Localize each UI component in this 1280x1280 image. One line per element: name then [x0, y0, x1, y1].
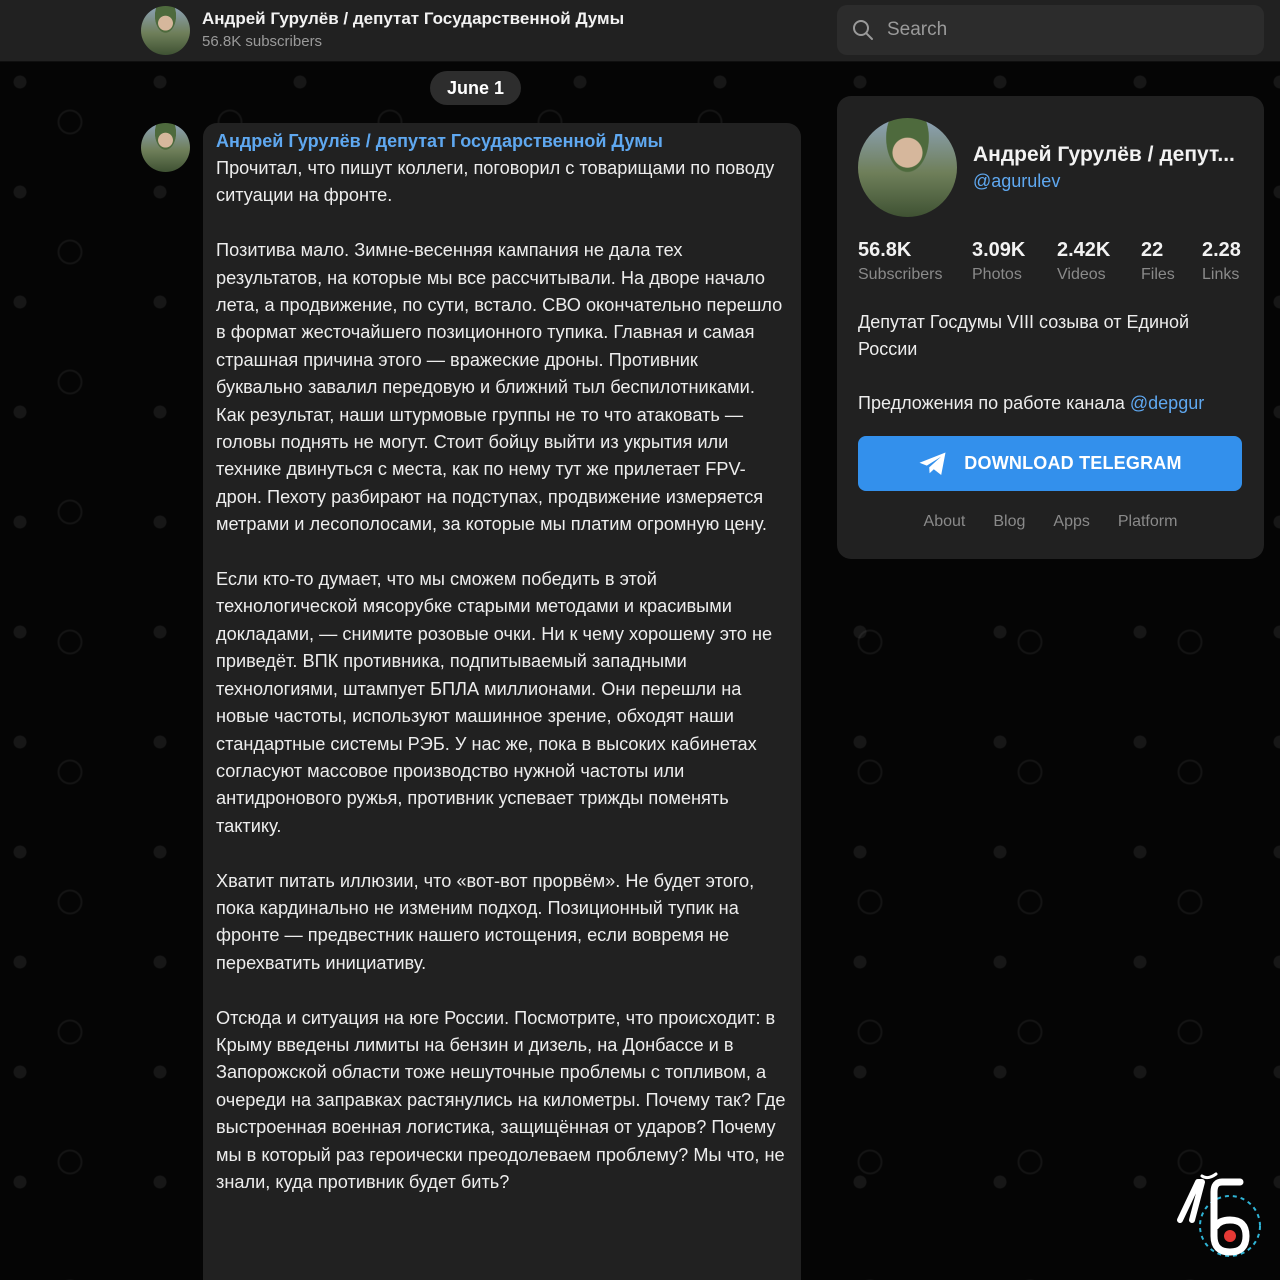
post-author-avatar[interactable]: [141, 123, 190, 172]
subscriber-count: 56.8K subscribers: [202, 33, 323, 50]
footer-link-about[interactable]: About: [924, 513, 966, 531]
post-author-name[interactable]: Андрей Гурулёв / депутат Государственной…: [216, 130, 788, 152]
stat-value: 2.28: [1202, 239, 1241, 261]
stat-label: Subscribers: [858, 266, 943, 283]
channel-card-avatar: [858, 118, 957, 217]
stat-value: 3.09K: [972, 239, 1026, 261]
channel-avatar[interactable]: [141, 6, 190, 55]
lb-logo-icon: [1177, 1172, 1261, 1257]
download-telegram-label: DOWNLOAD TELEGRAM: [964, 453, 1182, 473]
channel-card-title: Андрей Гурулёв / депут...: [973, 143, 1235, 166]
channel-suggestions: Предложения по работе канала @depgur: [858, 390, 1258, 417]
paper-plane-icon: [919, 452, 946, 475]
footer-link-platform[interactable]: Platform: [1118, 513, 1178, 531]
post-text: Прочитал, что пишут коллеги, поговорил с…: [216, 155, 788, 1196]
date-separator: June 1: [430, 71, 521, 105]
post-paragraph: Позитива мало. Зимне-весенняя кампания н…: [216, 240, 783, 535]
download-telegram-button[interactable]: DOWNLOAD TELEGRAM: [858, 436, 1242, 491]
footer-links: About Blog Apps Platform: [837, 513, 1264, 531]
post-paragraph: Прочитал, что пишут коллеги, поговорил с…: [216, 158, 775, 206]
stat-label: Files: [1141, 266, 1175, 283]
top-bar: Андрей Гурулёв / депутат Государственной…: [0, 0, 1280, 62]
footer-link-apps[interactable]: Apps: [1053, 513, 1089, 531]
stat-value: 56.8K: [858, 239, 912, 261]
channel-description: Депутат Госдумы VIII созыва от Единой Ро…: [858, 312, 1190, 360]
stat-photos[interactable]: 3.09K Photos: [972, 238, 1025, 284]
channel-info-card: Андрей Гурулёв / депут... @agurulev 56.8…: [837, 96, 1264, 559]
footer-link-blog[interactable]: Blog: [993, 513, 1025, 531]
suggestions-link[interactable]: @depgur: [1130, 393, 1204, 413]
post-paragraph: Отсюда и ситуация на юге России. Посмотр…: [216, 1007, 786, 1192]
stat-videos[interactable]: 2.42K Videos: [1057, 238, 1110, 284]
post-paragraph: Хватит питать иллюзии, что «вот-вот прор…: [216, 870, 755, 973]
stat-value: 2.42K: [1057, 239, 1111, 261]
channel-stats: 56.8K Subscribers 3.09K Photos 2.42K Vid…: [858, 238, 1243, 288]
stat-files[interactable]: 22 Files: [1141, 238, 1175, 284]
search-box[interactable]: [837, 5, 1264, 55]
stat-links[interactable]: 2.28 Links: [1202, 238, 1241, 284]
stat-label: Links: [1202, 266, 1240, 283]
stat-value: 22: [1141, 239, 1164, 261]
suggestions-text: Предложения по работе канала: [858, 393, 1130, 413]
channel-handle-link[interactable]: @agurulev: [973, 171, 1060, 192]
post-paragraph: Если кто-то думает, что мы сможем победи…: [216, 569, 773, 836]
search-input[interactable]: [887, 19, 1247, 41]
stat-label: Videos: [1057, 266, 1106, 283]
stat-label: Photos: [972, 266, 1022, 283]
search-icon: [853, 20, 873, 40]
stat-subscribers[interactable]: 56.8K Subscribers: [858, 238, 942, 284]
message-bubble: Андрей Гурулёв / депутат Государственной…: [203, 123, 801, 1280]
channel-title[interactable]: Андрей Гурулёв / депутат Государственной…: [202, 9, 624, 29]
